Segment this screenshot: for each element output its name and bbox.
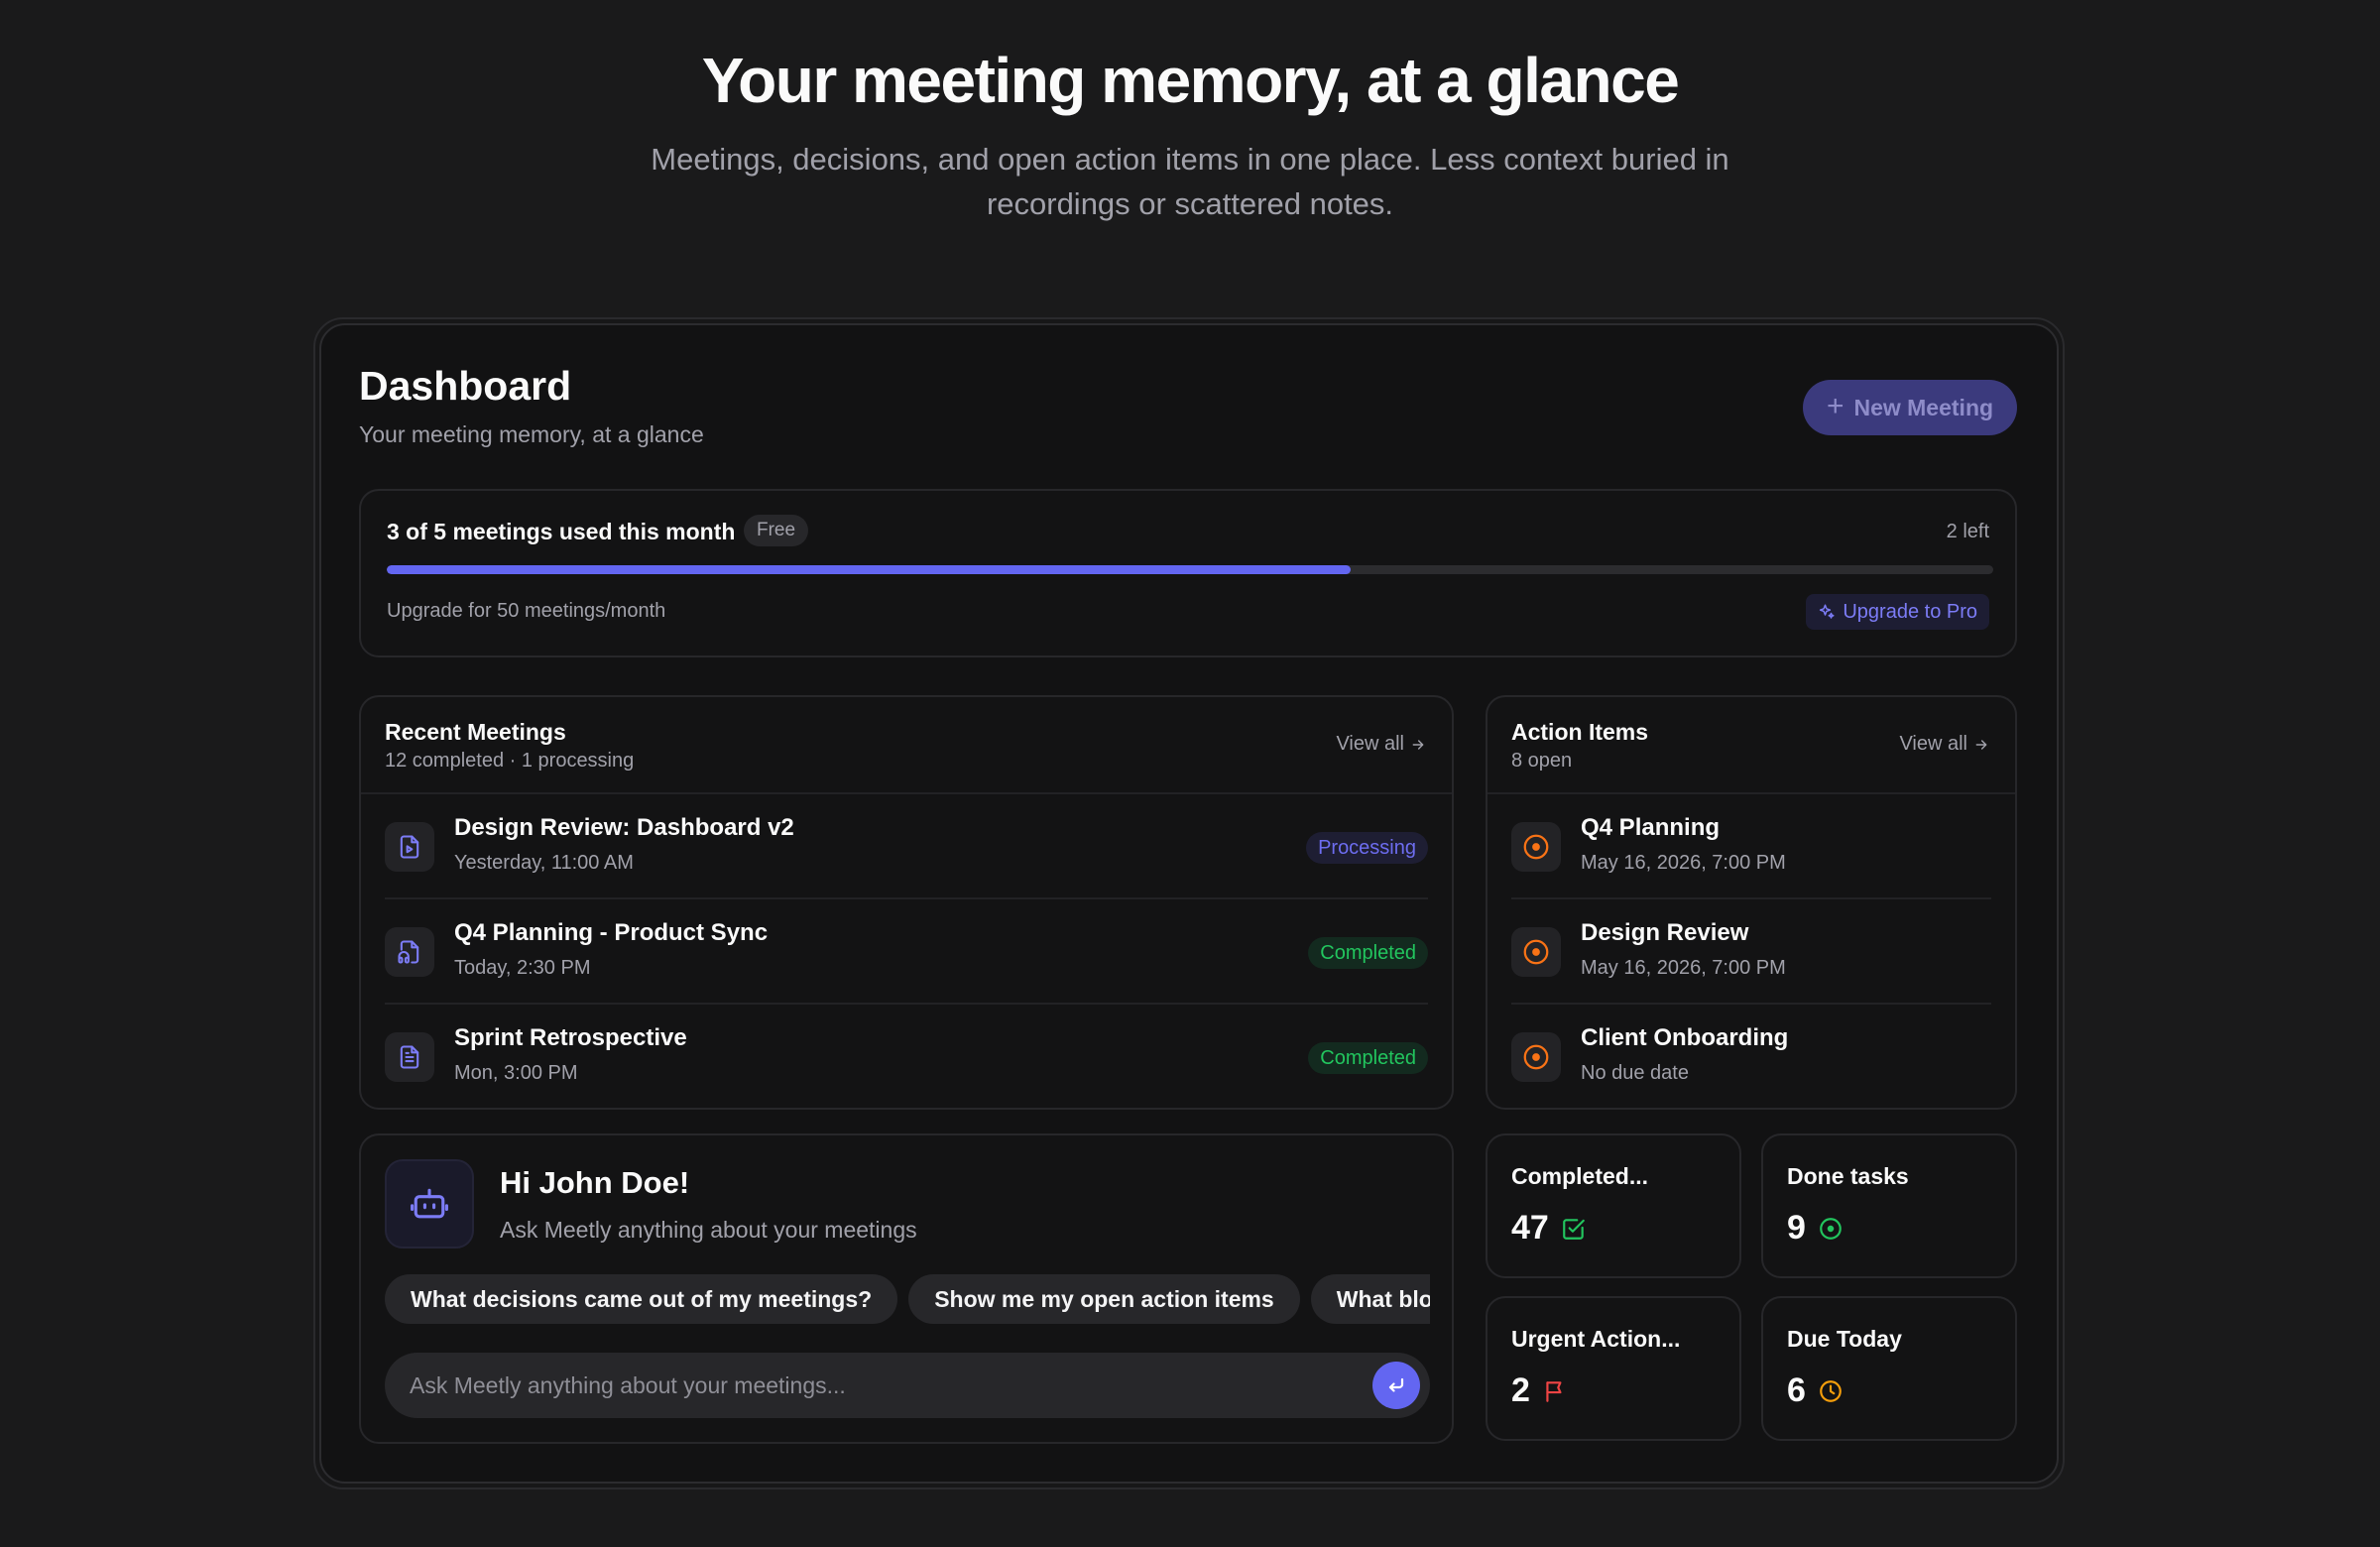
sparkles-icon [1820,604,1835,619]
assistant-input[interactable] [410,1353,1322,1418]
suggestion-chip[interactable]: What decisions came out of my meetings? [385,1274,898,1324]
assistant-greeting: Hi John Doe! [500,1165,690,1200]
action-item-title: Q4 Planning [1581,814,1721,841]
action-item-title: Design Review [1581,919,1749,946]
stat-label: Urgent Action... [1511,1326,1681,1352]
stat-value: 9 [1787,1209,1806,1247]
action-items-subtitle: 8 open [1511,750,1573,772]
status-badge: Completed [1308,1042,1428,1074]
meeting-date: Yesterday, 11:00 AM [454,852,634,874]
target-icon [1511,927,1561,977]
meeting-title: Design Review: Dashboard v2 [454,814,794,841]
recent-meetings-subtitle: 12 completed · 1 processing [385,750,635,772]
stat-card-urgent: Urgent Action... 2 [1486,1296,1741,1441]
view-all-label: View all [1336,733,1404,755]
status-badge: Processing [1306,832,1428,864]
status-badge: Completed [1308,937,1428,969]
hero-title: Your meeting memory, at a glance [701,45,1680,116]
upgrade-button-label: Upgrade to Pro [1843,600,1977,623]
stat-label: Completed... [1511,1163,1649,1189]
action-items-view-all[interactable]: View all [1899,733,1989,756]
usage-title: 3 of 5 meetings used this month [387,519,736,544]
action-item-row[interactable]: Client Onboarding No due date [1511,1005,1991,1110]
stat-card-due-today: Due Today 6 [1761,1296,2017,1441]
action-item-date: No due date [1581,1062,1689,1084]
arrow-right-icon [1975,739,1987,750]
recent-meetings-title: Recent Meetings [385,719,566,745]
target-icon [1511,1032,1561,1082]
meeting-row[interactable]: Design Review: Dashboard v2 Yesterday, 1… [385,794,1428,899]
action-item-date: May 16, 2026, 7:00 PM [1581,957,1786,979]
action-item-row[interactable]: Design Review May 16, 2026, 7:00 PM [1511,899,1991,1005]
stat-value: 6 [1787,1371,1806,1409]
page-title: Dashboard [359,363,572,409]
action-item-title: Client Onboarding [1581,1024,1789,1051]
usage-progress-bar [387,565,1993,574]
check-square-icon [1562,1218,1585,1240]
stat-label: Done tasks [1787,1163,1909,1189]
arrow-right-icon [1412,739,1424,750]
assistant-subtitle: Ask Meetly anything about your meetings [500,1217,917,1243]
stat-label: Due Today [1787,1326,1902,1352]
meeting-date: Today, 2:30 PM [454,957,591,979]
meeting-date: Mon, 3:00 PM [454,1062,578,1084]
meetings-remaining: 2 left [1946,521,1989,542]
page-subtitle: Your meeting memory, at a glance [359,421,704,447]
bot-icon [385,1159,474,1249]
new-meeting-label: New Meeting [1853,394,1994,420]
suggestion-chips: What decisions came out of my meetings? S… [385,1274,1430,1326]
assistant-input-wrapper [385,1353,1430,1418]
video-file-icon [385,822,434,872]
audio-file-icon [385,927,434,977]
circle-dot-icon [1820,1217,1842,1240]
suggestion-chip[interactable]: What blockers came up? [1310,1274,1430,1324]
send-button[interactable] [1372,1362,1420,1409]
recent-meetings-view-all[interactable]: View all [1336,733,1426,756]
text-file-icon [385,1032,434,1082]
assistant-panel: Hi John Doe! Ask Meetly anything about y… [359,1133,1454,1444]
upgrade-button[interactable]: Upgrade to Pro [1806,594,1989,630]
flag-icon [1546,1380,1562,1402]
meeting-row[interactable]: Sprint Retrospective Mon, 3:00 PM Comple… [385,1005,1428,1110]
view-all-label: View all [1899,733,1967,755]
new-meeting-button[interactable]: + New Meeting [1803,380,2017,435]
stat-card-completed: Completed... 47 [1486,1133,1741,1278]
action-items-title: Action Items [1511,719,1649,745]
plus-icon: + [1826,389,1844,422]
action-items-panel: Action Items 8 open View all Q4 Planning… [1486,695,2017,1110]
enter-icon [1388,1377,1404,1392]
usage-panel: 3 of 5 meetings used this month Free 2 l… [359,489,2017,657]
action-item-date: May 16, 2026, 7:00 PM [1581,852,1786,874]
recent-meetings-panel: Recent Meetings 12 completed · 1 process… [359,695,1454,1110]
action-item-row[interactable]: Q4 Planning May 16, 2026, 7:00 PM [1511,794,1991,899]
upgrade-text: Upgrade for 50 meetings/month [387,600,666,622]
plan-badge: Free [744,515,809,546]
clock-icon [1820,1379,1842,1402]
stat-value: 47 [1511,1209,1549,1247]
stat-card-done-tasks: Done tasks 9 [1761,1133,2017,1278]
usage-progress-fill [387,565,1351,574]
suggestion-chip[interactable]: Show me my open action items [908,1274,1300,1324]
meeting-title: Sprint Retrospective [454,1024,687,1051]
meeting-title: Q4 Planning - Product Sync [454,919,769,946]
stat-value: 2 [1511,1371,1530,1409]
hero-subtitle: Meetings, decisions, and open action ite… [651,142,1729,221]
target-icon [1511,822,1561,872]
meeting-row[interactable]: Q4 Planning - Product Sync Today, 2:30 P… [385,899,1428,1005]
